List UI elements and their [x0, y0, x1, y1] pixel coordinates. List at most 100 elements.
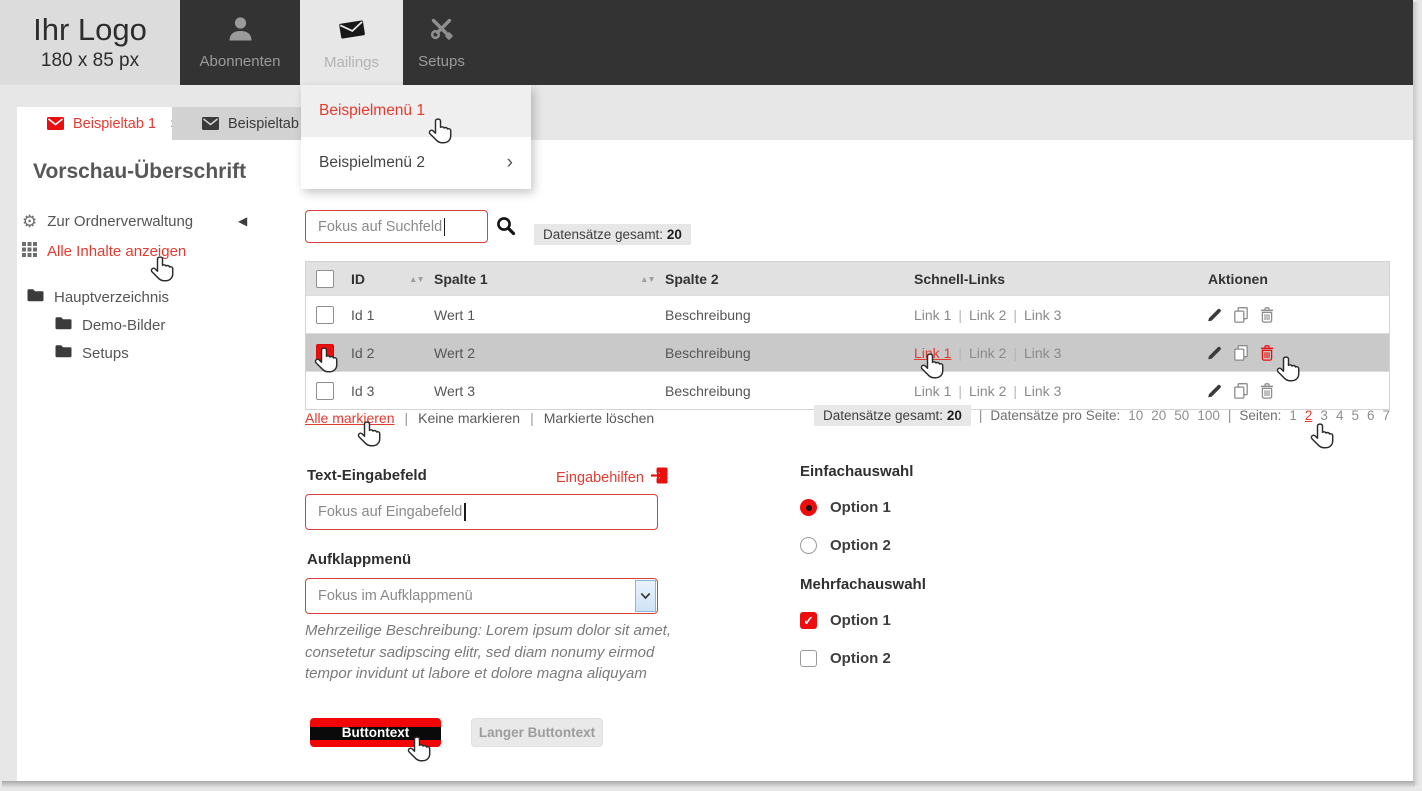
- radio-option-1[interactable]: Option 1: [800, 499, 891, 516]
- separator: |: [1013, 307, 1017, 323]
- page-number-6[interactable]: 6: [1367, 408, 1375, 423]
- search-placeholder: Fokus auf Suchfeld: [318, 219, 442, 235]
- column-header-spalte2[interactable]: Spalte 2: [665, 271, 719, 287]
- cell-actions: [1206, 344, 1275, 361]
- per-page-option-20[interactable]: 20: [1151, 408, 1166, 423]
- folder-item-setups[interactable]: Setups: [55, 344, 129, 362]
- text-input-field[interactable]: Fokus auf Eingabefeld: [305, 494, 658, 530]
- folder-icon: [27, 288, 44, 306]
- per-page-option-50[interactable]: 50: [1174, 408, 1189, 423]
- select-label: Aufklappmenü: [307, 551, 411, 568]
- search-icon[interactable]: [496, 216, 516, 241]
- quick-link-2[interactable]: Link 2: [969, 383, 1006, 399]
- logo-placeholder: Ihr Logo 180 x 85 px: [0, 0, 180, 85]
- page-number-7[interactable]: 7: [1382, 408, 1390, 423]
- envelope-icon: [47, 117, 64, 130]
- select-arrow-button[interactable]: [635, 580, 656, 612]
- checkbox-checked-icon[interactable]: ✓: [800, 612, 817, 629]
- quick-link-2[interactable]: Link 2: [969, 345, 1006, 361]
- row-checkbox-checked[interactable]: [316, 344, 334, 362]
- sidebar-link-label: Alle Inhalte anzeigen: [47, 243, 186, 260]
- separator: |: [958, 307, 962, 323]
- sidebar-link-alle-inhalte[interactable]: Alle Inhalte anzeigen: [22, 242, 186, 261]
- page-number-3[interactable]: 3: [1320, 408, 1328, 423]
- column-header-aktionen: Aktionen: [1208, 271, 1268, 287]
- folder-item-hauptverzeichnis[interactable]: Hauptverzeichnis: [27, 288, 169, 306]
- folder-label: Setups: [82, 345, 129, 362]
- select-all-link[interactable]: Alle markieren: [305, 410, 394, 426]
- checkbox-unchecked-icon[interactable]: [800, 650, 817, 667]
- nav-item-setups[interactable]: Setups: [403, 0, 480, 85]
- text-caret: [464, 503, 465, 521]
- edit-pencil-icon[interactable]: [1206, 382, 1223, 399]
- copy-icon[interactable]: [1233, 306, 1249, 323]
- primary-button[interactable]: Buttontext: [310, 718, 441, 747]
- radio-group-heading: Einfachauswahl: [800, 463, 913, 480]
- dropdown-select[interactable]: Fokus im Aufklappmenü: [305, 578, 658, 614]
- select-all-checkbox[interactable]: [316, 270, 334, 288]
- row-checkbox[interactable]: [316, 306, 334, 324]
- envelope-icon: [337, 15, 367, 48]
- separator: |: [1228, 408, 1232, 423]
- sort-arrows-icon[interactable]: ▲▼: [640, 274, 655, 284]
- submenu-chevron-icon: ›: [507, 152, 513, 174]
- radio-selected-icon[interactable]: [800, 499, 817, 516]
- quick-link-2[interactable]: Link 2: [969, 307, 1006, 323]
- delete-marked-link[interactable]: Markierte löschen: [544, 410, 655, 426]
- table-row-selected: Id 2 Wert 2 Beschreibung Link 1 | Link 2…: [306, 333, 1389, 371]
- records-total-value: 20: [667, 227, 682, 242]
- quick-link-3[interactable]: Link 3: [1024, 383, 1061, 399]
- sidebar-link-ordnerverwaltung[interactable]: ⚙ Zur Ordnerverwaltung: [22, 213, 193, 230]
- secondary-button[interactable]: Langer Buttontext: [471, 718, 603, 747]
- nav-item-abonnenten[interactable]: Abonnenten: [180, 0, 300, 85]
- tools-icon: [428, 15, 455, 47]
- column-header-id[interactable]: ID: [351, 271, 365, 287]
- row-checkbox[interactable]: [316, 382, 334, 400]
- sidebar-collapse-icon[interactable]: ◀: [238, 214, 247, 228]
- per-page-option-100[interactable]: 100: [1197, 408, 1220, 423]
- menu-item-beispielmenu-1[interactable]: Beispielmenü 1: [301, 85, 531, 137]
- checkbox-label: Option 2: [830, 650, 891, 667]
- input-helpers-link[interactable]: Eingabehilfen: [556, 466, 669, 489]
- trash-icon[interactable]: [1259, 306, 1275, 323]
- separator: |: [979, 408, 983, 423]
- pagination-bar: Datensätze gesamt: 20 | Datensätze pro S…: [814, 405, 1390, 426]
- edit-pencil-icon[interactable]: [1206, 344, 1223, 361]
- logo-title: Ihr Logo: [33, 13, 147, 47]
- select-none-link[interactable]: Keine markieren: [418, 410, 520, 426]
- tab-label: Beispieltab 1: [73, 116, 156, 132]
- table-header-row: ID ▲▼ Spalte 1 ▲▼ Spalte 2 Schnell-Links…: [306, 262, 1389, 295]
- nav-item-mailings[interactable]: Mailings: [300, 0, 403, 85]
- page-number-4[interactable]: 4: [1336, 408, 1344, 423]
- trash-icon[interactable]: [1259, 382, 1275, 399]
- per-page-option-10[interactable]: 10: [1128, 408, 1143, 423]
- copy-icon[interactable]: [1233, 382, 1249, 399]
- helper-document-icon: [650, 466, 669, 489]
- menu-item-beispielmenu-2[interactable]: Beispielmenü 2 ›: [301, 137, 531, 189]
- quick-link-1-hovered[interactable]: Link 1: [914, 345, 951, 361]
- records-total-badge: Datensätze gesamt: 20: [534, 224, 691, 245]
- radio-option-2[interactable]: Option 2: [800, 537, 891, 554]
- edit-pencil-icon[interactable]: [1206, 306, 1223, 323]
- quick-link-1[interactable]: Link 1: [914, 383, 951, 399]
- sort-arrows-icon[interactable]: ▲▼: [409, 274, 424, 284]
- checkbox-option-2[interactable]: Option 2: [800, 650, 891, 667]
- page-number-1[interactable]: 1: [1289, 408, 1297, 423]
- search-input[interactable]: Fokus auf Suchfeld: [305, 210, 488, 243]
- quick-link-1[interactable]: Link 1: [914, 307, 951, 323]
- person-icon: [227, 15, 254, 47]
- folder-item-demo-bilder[interactable]: Demo-Bilder: [55, 316, 165, 334]
- nav-label-mailings: Mailings: [324, 54, 379, 71]
- page-title: Vorschau-Überschrift: [33, 160, 246, 184]
- quick-link-3[interactable]: Link 3: [1024, 307, 1061, 323]
- separator: |: [1013, 383, 1017, 399]
- trash-icon-hovered[interactable]: [1259, 344, 1275, 361]
- copy-icon[interactable]: [1233, 344, 1249, 361]
- cell-spalte1: Wert 3: [434, 383, 475, 399]
- column-header-spalte1[interactable]: Spalte 1: [434, 271, 488, 287]
- quick-link-3[interactable]: Link 3: [1024, 345, 1061, 361]
- radio-unselected-icon[interactable]: [800, 537, 817, 554]
- checkbox-option-1[interactable]: ✓ Option 1: [800, 612, 891, 629]
- page-number-2-hovered[interactable]: 2: [1305, 408, 1313, 423]
- page-number-5[interactable]: 5: [1351, 408, 1359, 423]
